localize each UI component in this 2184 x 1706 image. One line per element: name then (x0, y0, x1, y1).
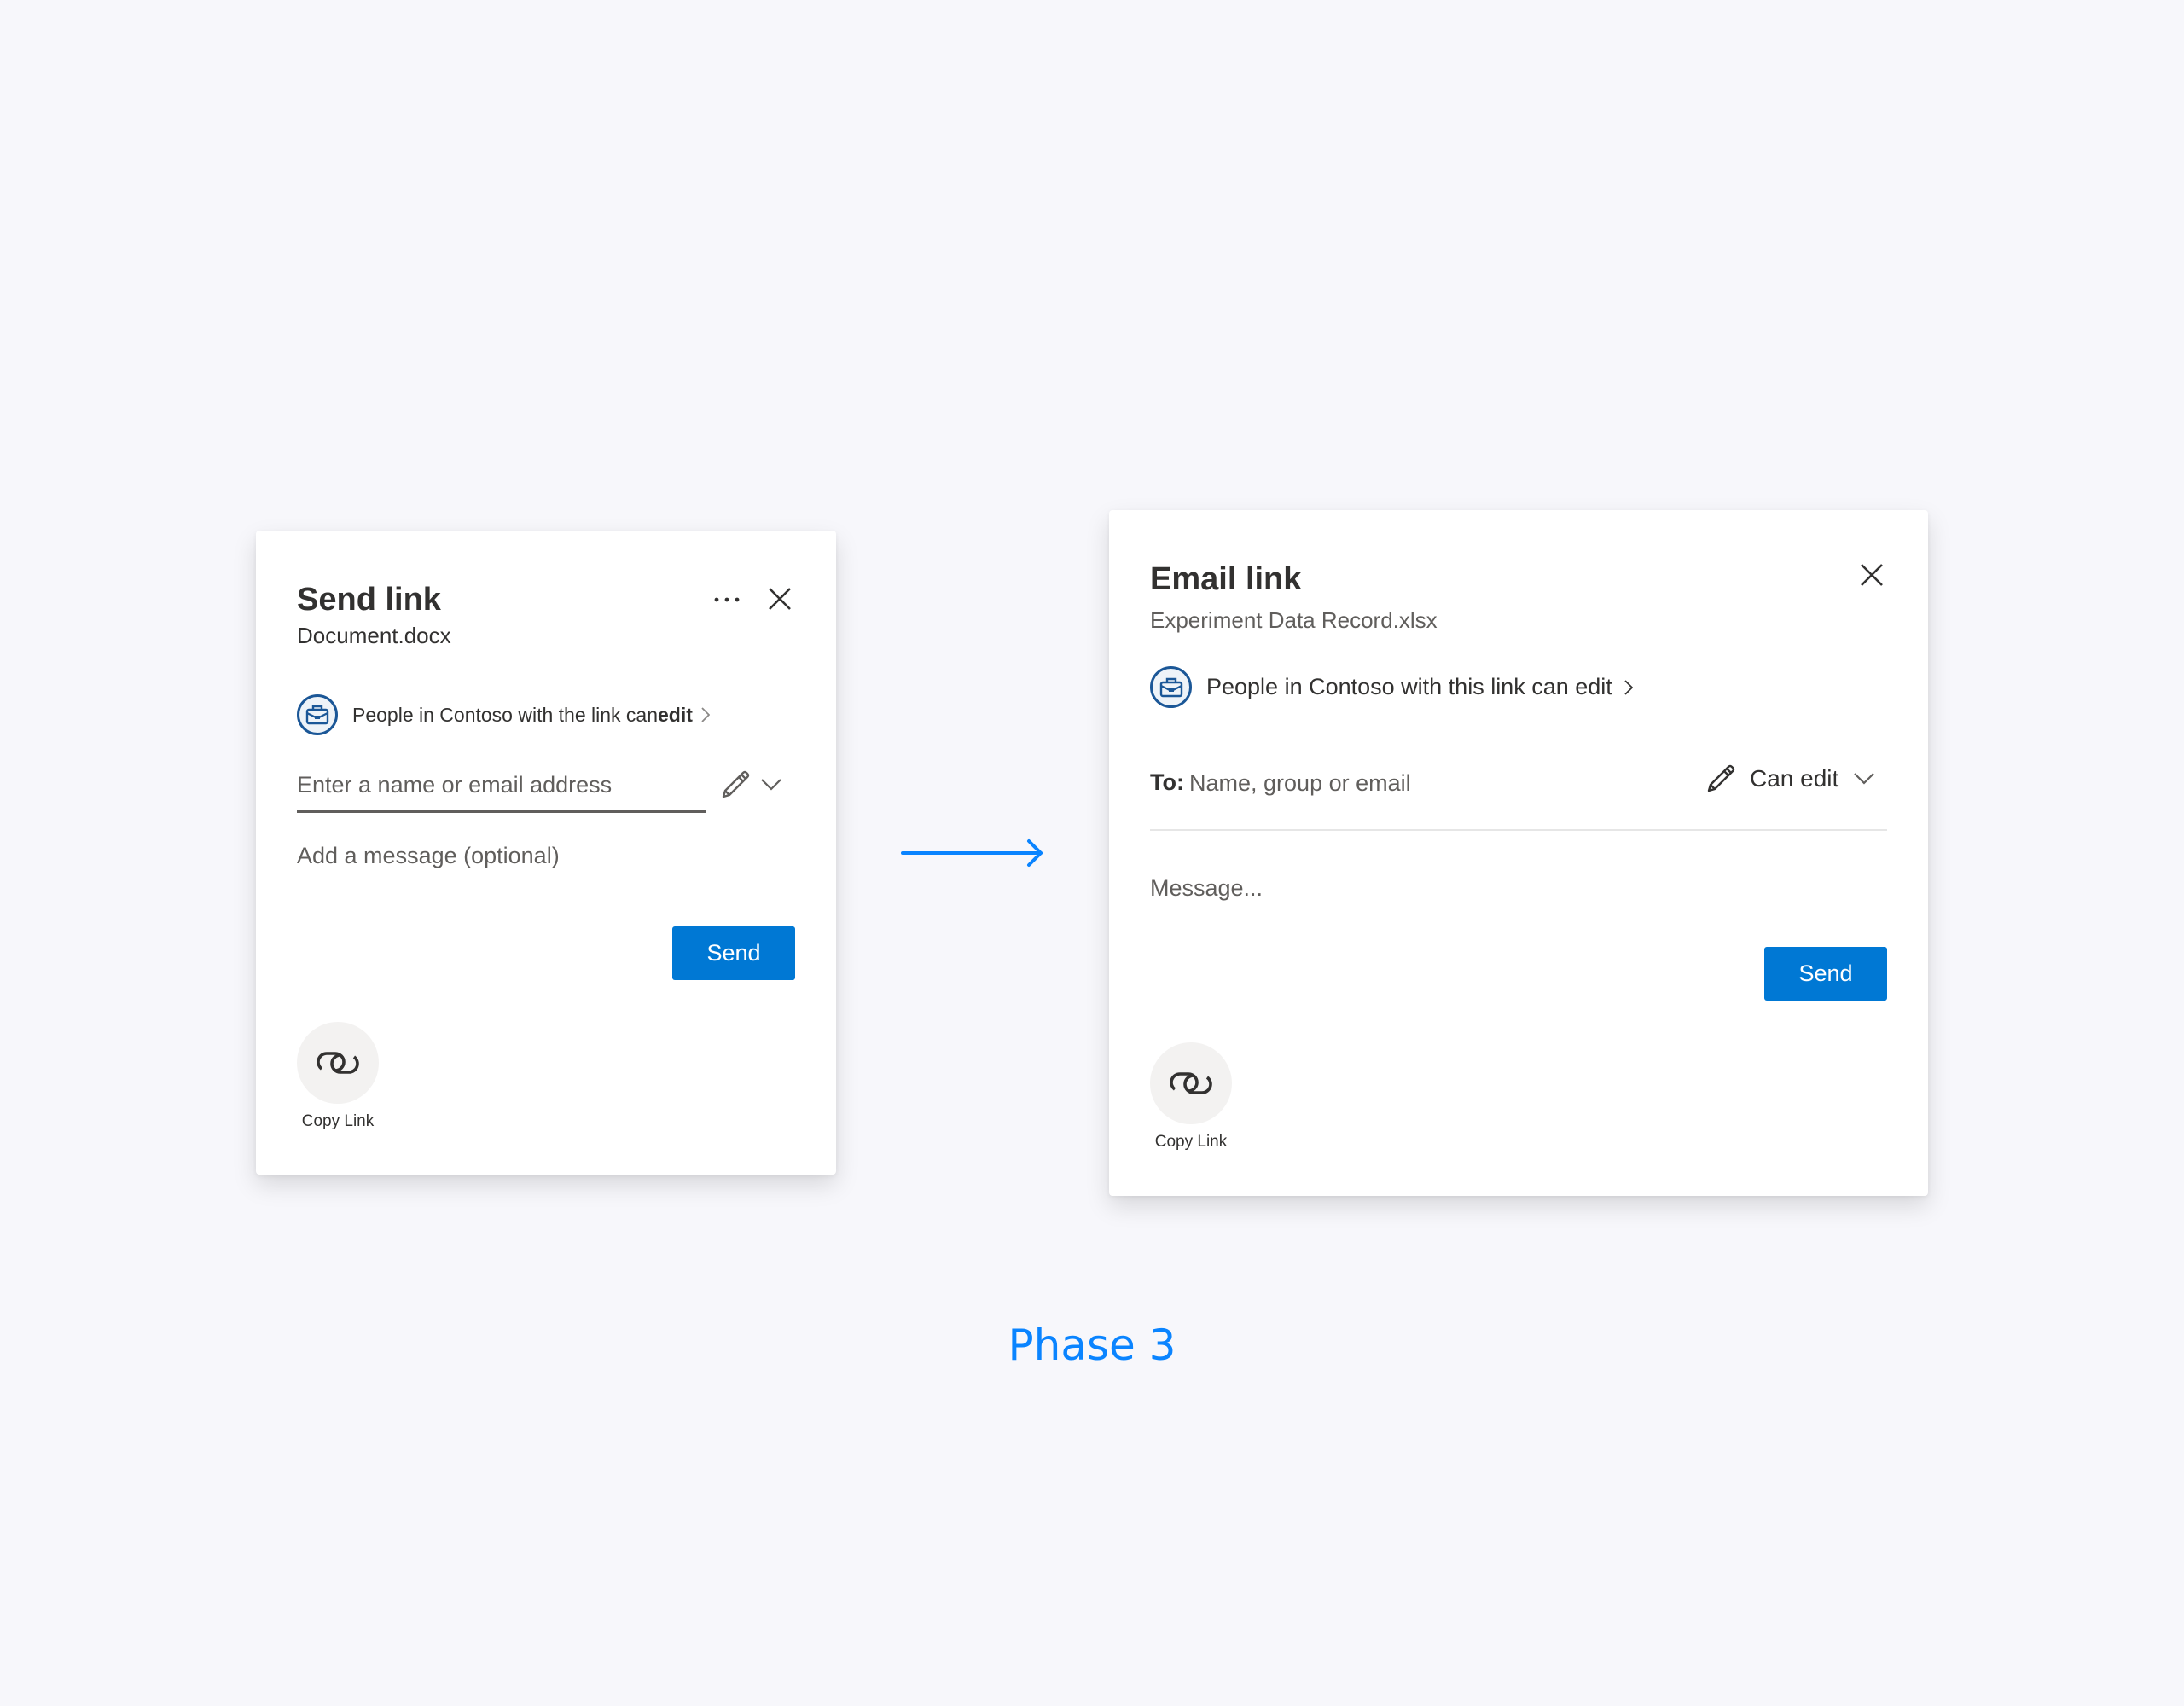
pencil-icon (722, 770, 750, 798)
recipient-input[interactable] (297, 768, 706, 802)
send-button[interactable]: Send (672, 926, 795, 980)
phase-label: Phase 3 (1008, 1320, 1176, 1370)
message-input[interactable] (297, 843, 792, 894)
chevron-right-icon (701, 707, 710, 722)
link-icon (317, 1052, 359, 1074)
link-permission-setting[interactable]: People in Contoso with this link can edi… (1150, 666, 1633, 708)
copy-link-button[interactable] (1150, 1042, 1232, 1124)
to-label: To: (1150, 769, 1184, 795)
more-options-button[interactable] (708, 587, 746, 612)
permission-text: People in Contoso with this link can edi… (1206, 674, 1612, 699)
recipient-input[interactable] (1189, 768, 1616, 798)
recipient-field (297, 768, 706, 813)
file-name: Document.docx (297, 623, 451, 648)
chevron-right-icon (1624, 679, 1633, 695)
close-button[interactable] (1855, 558, 1889, 592)
ellipsis-icon (714, 597, 740, 602)
copy-link-button[interactable] (297, 1022, 379, 1104)
briefcase-icon (1150, 666, 1192, 708)
send-button[interactable]: Send (1764, 947, 1887, 1001)
permission-level: edit (658, 703, 693, 726)
email-link-dialog: Email link Experiment Data Record.xlsx P… (1109, 510, 1928, 1196)
message-input[interactable] (1150, 875, 1887, 926)
copy-link-label: Copy Link (301, 1112, 375, 1130)
link-icon (1170, 1072, 1212, 1094)
permission-picker[interactable]: Can edit (1706, 764, 1875, 793)
dialog-title: Email link (1150, 561, 1302, 597)
divider (1150, 829, 1887, 831)
edit-permission-button[interactable] (718, 768, 752, 802)
copy-link-label: Copy Link (1154, 1133, 1228, 1151)
send-link-dialog: Send link Document.docx People in Contos… (256, 531, 836, 1175)
briefcase-icon (297, 694, 338, 735)
permission-dropdown-button[interactable] (758, 771, 785, 798)
permission-text: People in Contoso with the link can (352, 703, 658, 726)
chevron-down-icon (761, 779, 781, 791)
chevron-down-icon (1854, 773, 1875, 785)
arrow-right-icon (901, 839, 1043, 867)
dialog-title: Send link (297, 582, 441, 618)
close-icon (1861, 564, 1883, 586)
close-icon (769, 588, 791, 610)
pencil-icon (1707, 764, 1735, 792)
permission-label: Can edit (1750, 765, 1839, 792)
file-name: Experiment Data Record.xlsx (1150, 607, 1438, 633)
close-button[interactable] (763, 582, 797, 616)
link-permission-setting[interactable]: People in Contoso with the link can edit (297, 694, 710, 735)
